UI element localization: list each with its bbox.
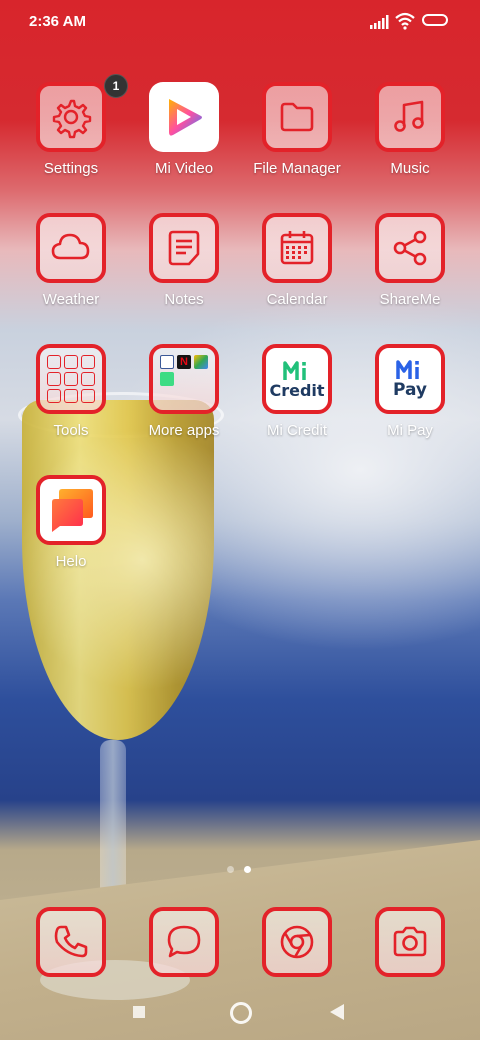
gear-icon — [52, 99, 92, 139]
messages-tile[interactable] — [149, 907, 219, 977]
more-apps-tile[interactable]: N — [149, 344, 219, 414]
app-helo[interactable]: Helo — [15, 475, 127, 587]
share-icon — [393, 230, 427, 266]
note-icon — [168, 230, 200, 266]
page-dot-1[interactable] — [227, 866, 234, 873]
folder-label: More apps — [148, 422, 220, 439]
home-button[interactable] — [230, 1002, 252, 1024]
battery-icon — [422, 14, 448, 26]
camera-tile[interactable] — [375, 907, 445, 977]
notes-tile[interactable] — [149, 213, 219, 283]
status-time: 2:36 AM — [29, 13, 86, 30]
app-music[interactable]: Music — [354, 82, 466, 194]
navigation-bar — [0, 990, 480, 1034]
app-shareme[interactable]: ShareMe — [354, 213, 466, 325]
play-icon — [169, 99, 202, 136]
music-tile[interactable] — [375, 82, 445, 152]
status-bar: 2:36 AM — [0, 0, 480, 44]
calendar-icon — [280, 231, 314, 265]
chat-bubbles-icon — [52, 489, 93, 532]
phone-tile[interactable] — [36, 907, 106, 977]
weather-tile[interactable] — [36, 213, 106, 283]
app-label: Mi Credit — [266, 422, 327, 439]
mi-pay-icon — [396, 360, 419, 379]
app-file-manager[interactable]: File Manager — [241, 82, 353, 194]
shareme-tile[interactable] — [375, 213, 445, 283]
folder-grid-icon — [47, 355, 95, 403]
app-label: File Manager — [253, 160, 341, 177]
app-mi-credit[interactable]: Credit Mi Credit — [241, 344, 353, 456]
page-dot-2-active[interactable] — [244, 866, 251, 873]
folder-grid-icon: N — [160, 355, 208, 403]
folder-more-apps[interactable]: N More apps — [128, 344, 240, 456]
mi-credit-tile[interactable]: Credit — [262, 344, 332, 414]
app-label: Mi Video — [154, 160, 214, 177]
wifi-icon — [395, 12, 415, 30]
app-label: Notes — [164, 291, 204, 308]
folder-icon — [280, 102, 314, 132]
notification-badge: 1 — [104, 74, 128, 98]
app-weather[interactable]: Weather — [15, 213, 127, 325]
message-icon — [167, 925, 201, 958]
folder-label: Tools — [53, 422, 89, 439]
app-mi-video[interactable]: Mi Video — [128, 82, 240, 194]
app-calendar[interactable]: Calendar — [241, 213, 353, 325]
back-button[interactable] — [330, 1004, 344, 1020]
app-mi-pay[interactable]: Pay Mi Pay — [354, 344, 466, 456]
app-label: ShareMe — [379, 291, 441, 308]
mi-pay-logo-text: Pay — [392, 380, 428, 400]
signal-icon — [370, 15, 389, 29]
app-label: Settings — [43, 160, 99, 177]
browser-tile[interactable] — [262, 907, 332, 977]
app-label: Music — [390, 160, 430, 177]
app-settings[interactable]: 1 Settings — [15, 74, 128, 194]
app-label: Helo — [55, 553, 87, 570]
app-label: Calendar — [266, 291, 328, 308]
chrome-icon — [280, 925, 314, 959]
file-manager-tile[interactable] — [262, 82, 332, 152]
folder-tools[interactable]: Tools — [15, 344, 127, 456]
camera-icon — [393, 926, 427, 957]
page-indicator — [227, 866, 257, 874]
app-label: Weather — [42, 291, 100, 308]
cloud-icon — [51, 233, 90, 260]
mi-credit-logo-text: Credit — [269, 380, 325, 400]
helo-tile[interactable] — [36, 475, 106, 545]
mi-credit-icon — [283, 360, 306, 380]
music-note-icon — [394, 100, 424, 132]
app-notes[interactable]: Notes — [128, 213, 240, 325]
settings-tile[interactable] — [36, 82, 106, 152]
phone-icon — [54, 925, 88, 958]
calendar-tile[interactable] — [262, 213, 332, 283]
mi-pay-tile[interactable]: Pay — [375, 344, 445, 414]
mi-video-tile[interactable] — [149, 82, 219, 152]
app-label: Mi Pay — [387, 422, 433, 439]
tools-tile[interactable] — [36, 344, 106, 414]
recents-button[interactable] — [133, 1006, 145, 1018]
